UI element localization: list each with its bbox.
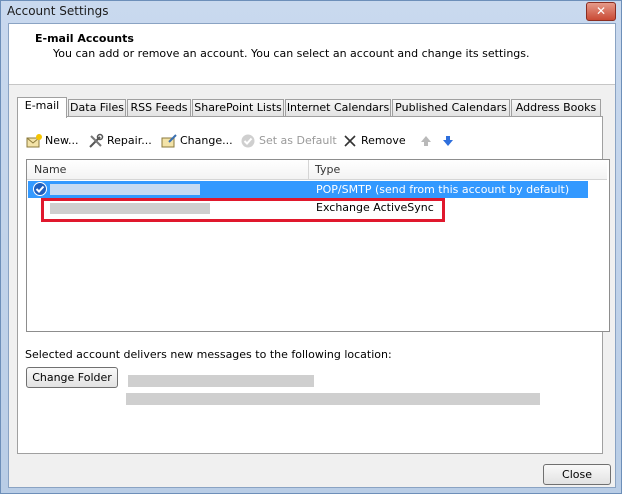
repair-button[interactable]: Repair...	[88, 131, 152, 151]
header-title: E-mail Accounts	[35, 32, 134, 45]
window-close-button[interactable]: ✕	[586, 2, 616, 21]
account-row-default[interactable]: POP/SMTP (send from this account by defa…	[28, 181, 588, 198]
account-name-redacted	[50, 184, 200, 195]
column-header-type[interactable]: Type	[315, 163, 340, 176]
close-button[interactable]: Close	[543, 464, 611, 485]
tab-data-files[interactable]: Data Files	[68, 99, 126, 116]
checkmark-circle-icon	[240, 133, 256, 149]
tab-address-books[interactable]: Address Books	[511, 99, 601, 116]
account-type-cell: POP/SMTP (send from this account by defa…	[316, 183, 570, 196]
set-as-default-label: Set as Default	[259, 134, 337, 147]
dialog-header: E-mail Accounts You can add or remove an…	[9, 24, 615, 85]
tab-published-calendars[interactable]: Published Calendars	[392, 99, 510, 116]
window-title: Account Settings	[7, 4, 109, 18]
arrow-up-icon	[418, 133, 434, 149]
remove-label: Remove	[361, 134, 406, 147]
new-mail-icon	[26, 133, 42, 149]
change-account-icon	[161, 133, 177, 149]
tab-internet-calendars[interactable]: Internet Calendars	[285, 99, 391, 116]
account-settings-window: Account Settings ✕ E-mail Accounts You c…	[0, 0, 622, 494]
delivery-path-redacted	[126, 393, 540, 405]
accounts-list: Name Type POP/SMTP (send from this accou…	[26, 159, 610, 332]
title-bar: Account Settings ✕	[1, 1, 621, 23]
header-description: You can add or remove an account. You ca…	[53, 47, 530, 60]
remove-button[interactable]: Remove	[342, 131, 406, 151]
dialog-client-area: E-mail Accounts You can add or remove an…	[8, 23, 616, 488]
column-divider[interactable]	[308, 160, 309, 179]
move-down-button[interactable]	[440, 131, 459, 151]
accounts-list-header: Name Type	[27, 160, 607, 180]
activesync-highlight-box	[41, 198, 445, 222]
tab-rss-feeds[interactable]: RSS Feeds	[127, 99, 191, 116]
arrow-down-icon	[440, 133, 456, 149]
delivery-location-label: Selected account delivers new messages t…	[25, 348, 392, 361]
remove-x-icon	[342, 133, 358, 149]
repair-tools-icon	[88, 133, 104, 149]
set-as-default-button[interactable]: Set as Default	[240, 131, 337, 151]
tab-email[interactable]: E-mail	[17, 97, 67, 118]
column-header-name[interactable]: Name	[34, 163, 66, 176]
change-label: Change...	[180, 134, 233, 147]
change-folder-button[interactable]: Change Folder	[26, 367, 118, 388]
new-account-button[interactable]: New...	[26, 131, 78, 151]
new-label: New...	[45, 134, 79, 147]
tab-sharepoint-lists[interactable]: SharePoint Lists	[192, 99, 284, 116]
change-button[interactable]: Change...	[161, 131, 233, 151]
repair-label: Repair...	[107, 134, 152, 147]
delivery-folder-redacted	[128, 375, 314, 387]
move-up-button[interactable]	[418, 131, 437, 151]
default-account-check-icon	[33, 182, 47, 199]
